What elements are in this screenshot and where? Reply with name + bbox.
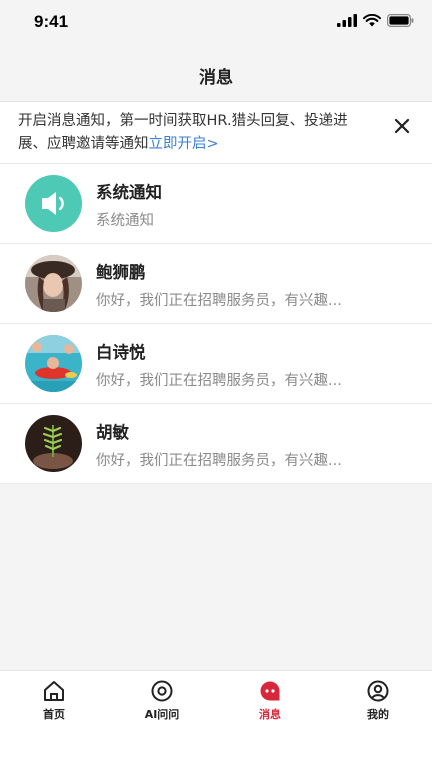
avatar bbox=[25, 335, 82, 392]
conversation-row[interactable]: 鲍狮鹏 你好，我们正在招聘服务员，有兴趣... bbox=[0, 244, 432, 324]
profile-icon bbox=[367, 680, 389, 702]
tab-ai-ask[interactable]: AI问问 bbox=[108, 679, 216, 722]
tab-profile[interactable]: 我的 bbox=[324, 679, 432, 722]
notice-text-block: 开启消息通知，第一时间获取HR.猎头回复、投递进展、应聘邀请等通知立即开启> bbox=[18, 110, 368, 156]
conversation-name: 鲍狮鹏 bbox=[96, 263, 146, 282]
speaker-icon bbox=[25, 175, 82, 232]
conversation-preview: 你好，我们正在招聘服务员，有兴趣... bbox=[96, 453, 342, 469]
conversation-row[interactable]: 白诗悦 你好，我们正在招聘服务员，有兴趣... bbox=[0, 324, 432, 404]
conversation-name: 胡敏 bbox=[96, 423, 129, 442]
enable-notification-link[interactable]: 立即开启> bbox=[149, 136, 219, 152]
notification-banner: 开启消息通知，第一时间获取HR.猎头回复、投递进展、应聘邀请等通知立即开启> bbox=[0, 102, 432, 164]
conversation-preview: 系统通知 bbox=[96, 213, 154, 229]
conversation-preview: 你好，我们正在招聘服务员，有兴趣... bbox=[96, 373, 342, 389]
battery-icon bbox=[387, 14, 414, 27]
tab-label: 消息 bbox=[259, 708, 281, 721]
home-icon bbox=[44, 681, 64, 701]
conversation-preview: 你好，我们正在招聘服务员，有兴趣... bbox=[96, 293, 342, 309]
tab-label: 首页 bbox=[43, 708, 65, 721]
conversation-name: 系统通知 bbox=[96, 183, 162, 202]
tab-home[interactable]: 首页 bbox=[0, 679, 108, 722]
conversation-name: 白诗悦 bbox=[96, 343, 146, 362]
signal-icon bbox=[337, 14, 357, 27]
status-icons bbox=[337, 14, 414, 27]
message-icon bbox=[260, 681, 280, 701]
bottom-tab-bar: 首页 AI问问 消息 我的 bbox=[0, 670, 432, 768]
status-time: 9:41 bbox=[34, 12, 69, 31]
nav-bar: 消息 bbox=[0, 48, 432, 102]
conversation-list: 系统通知 系统通知 鲍狮鹏 你好，我们正在招聘服务员，有兴趣... 白诗悦 你好… bbox=[0, 164, 432, 484]
avatar bbox=[25, 415, 82, 472]
tab-messages[interactable]: 消息 bbox=[216, 679, 324, 722]
status-bar: 9:41 bbox=[0, 0, 432, 48]
tab-label: 我的 bbox=[367, 708, 389, 721]
page-title: 消息 bbox=[199, 68, 233, 88]
conversation-row[interactable]: 胡敏 你好，我们正在招聘服务员，有兴趣... bbox=[0, 404, 432, 484]
close-icon[interactable] bbox=[392, 116, 412, 136]
tab-label: AI问问 bbox=[144, 708, 180, 721]
conversation-row-system[interactable]: 系统通知 系统通知 bbox=[0, 164, 432, 244]
avatar bbox=[25, 255, 82, 312]
wifi-icon bbox=[363, 14, 381, 27]
ai-ask-icon bbox=[151, 680, 173, 702]
